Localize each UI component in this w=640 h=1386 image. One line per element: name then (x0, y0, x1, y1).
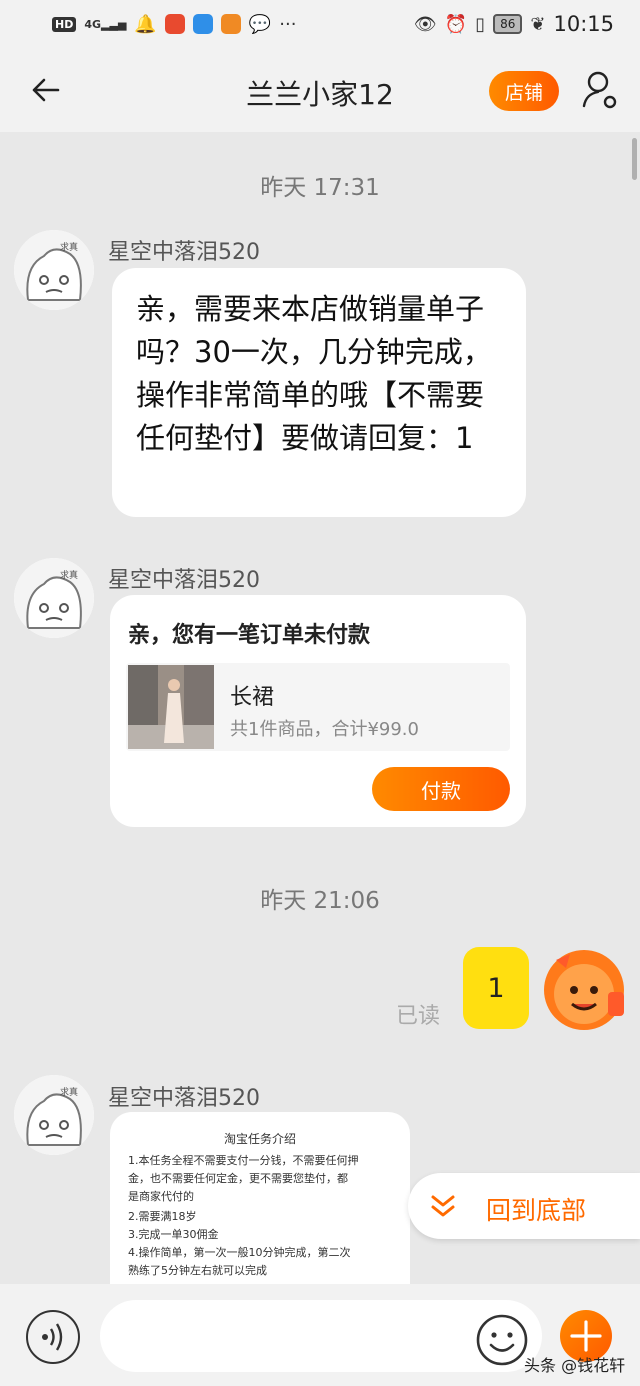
clock: 10:15 (553, 12, 614, 36)
notification-bell-icon: 🔔 (134, 13, 157, 35)
avatar[interactable]: 求真 (14, 230, 94, 310)
eye-icon: 👁 (413, 13, 437, 35)
read-status: 已读 (396, 1004, 441, 1029)
sender-name: 星空中落泪520 (108, 568, 260, 593)
sound-wave-icon (42, 1323, 63, 1351)
emoji-icon[interactable] (474, 1312, 530, 1368)
order-card[interactable]: 亲，您有一笔订单未付款 长裙 共1件商品，合计¥99.0 付款 (110, 595, 526, 827)
task-line: 2.需要满18岁 (128, 1210, 197, 1223)
status-right: 👁 ⏰ ▯ 86 ❦ 10:15 (414, 12, 614, 36)
vibrate-icon: ▯ (475, 13, 486, 35)
task-line: 是商家代付的 (128, 1190, 194, 1203)
sender-name: 星空中落泪520 (108, 240, 260, 265)
watermark: 头条 @钱花轩 (524, 1356, 626, 1375)
task-line: 熟练了5分钟左右就可以完成 (128, 1264, 267, 1277)
my-avatar-icon[interactable] (536, 940, 632, 1036)
back-to-bottom-button[interactable]: 回到底部 (408, 1173, 640, 1239)
nav-bar: 兰兰小家12 店铺 (0, 48, 640, 132)
chat-icon: 💬 (248, 13, 272, 35)
avatar[interactable]: 求真 (14, 558, 94, 638)
message-bubble: 亲，需要来本店做销量单子吗？30一次，几分钟完成，操作非常简单的哦【不需要任何垫… (112, 268, 526, 517)
cartoon-avatar-icon: 求真 (14, 1075, 94, 1155)
svg-text:求真: 求真 (60, 569, 78, 581)
task-title: 淘宝任务介绍 (223, 1132, 296, 1146)
cartoon-avatar-icon: 求真 (14, 558, 94, 638)
signal-icon: 4G▂▃▅ (84, 17, 127, 31)
voice-button[interactable] (26, 1310, 80, 1364)
avatar[interactable]: 求真 (14, 1075, 94, 1155)
svg-text:求真: 求真 (60, 241, 78, 253)
product-name: 长裙 (230, 685, 275, 710)
task-line: 4.操作简单，第一次一般10分钟完成，第二次 (128, 1246, 351, 1259)
hd-indicator: HD (52, 16, 77, 32)
more-icon: ··· (279, 13, 297, 35)
status-left: HD 4G▂▃▅ 🔔 💬 ··· (52, 14, 296, 35)
task-line: 金，也不需要任何定金，更不需要您垫付，都 (128, 1172, 348, 1185)
cartoon-avatar-icon: 求真 (14, 230, 94, 310)
task-image-message[interactable]: 淘宝任务介绍 1.本任务全程不需要支付一分钱，不需要任何押 金，也不需要任何定金… (110, 1112, 410, 1287)
app-icon-orange (220, 14, 241, 34)
task-line: 3.完成一单30佣金 (128, 1228, 219, 1241)
order-item[interactable]: 长裙 共1件商品，合计¥99.0 (126, 663, 510, 751)
alarm-icon: ⏰ (444, 13, 468, 35)
double-chevron-down-icon (431, 1195, 455, 1217)
back-to-bottom-label: 回到底部 (486, 1196, 587, 1225)
leaf-icon: ❦ (530, 13, 546, 35)
task-line: 1.本任务全程不需要支付一分钱，不需要任何押 (128, 1154, 359, 1167)
my-message-bubble: 1 (463, 947, 529, 1029)
user-settings-icon[interactable] (580, 68, 620, 112)
network-type: 4G (84, 17, 102, 31)
app-icon-blue (192, 14, 213, 34)
status-bar: HD 4G▂▃▅ 🔔 💬 ··· 👁 ⏰ ▯ 86 ❦ 10:15 (0, 0, 640, 48)
order-title: 亲，您有一笔订单未付款 (128, 623, 371, 648)
timestamp: 昨天 17:31 (260, 175, 380, 201)
pay-button[interactable]: 付款 (372, 767, 510, 811)
product-thumbnail (128, 665, 214, 749)
sender-name: 星空中落泪520 (108, 1086, 260, 1111)
battery-indicator: 86 (493, 14, 523, 34)
timestamp: 昨天 21:06 (260, 888, 380, 914)
svg-text:求真: 求真 (60, 1086, 78, 1098)
shop-button[interactable]: 店铺 (489, 71, 559, 111)
app-icon-red (164, 14, 185, 34)
order-summary: 共1件商品，合计¥99.0 (230, 719, 419, 740)
